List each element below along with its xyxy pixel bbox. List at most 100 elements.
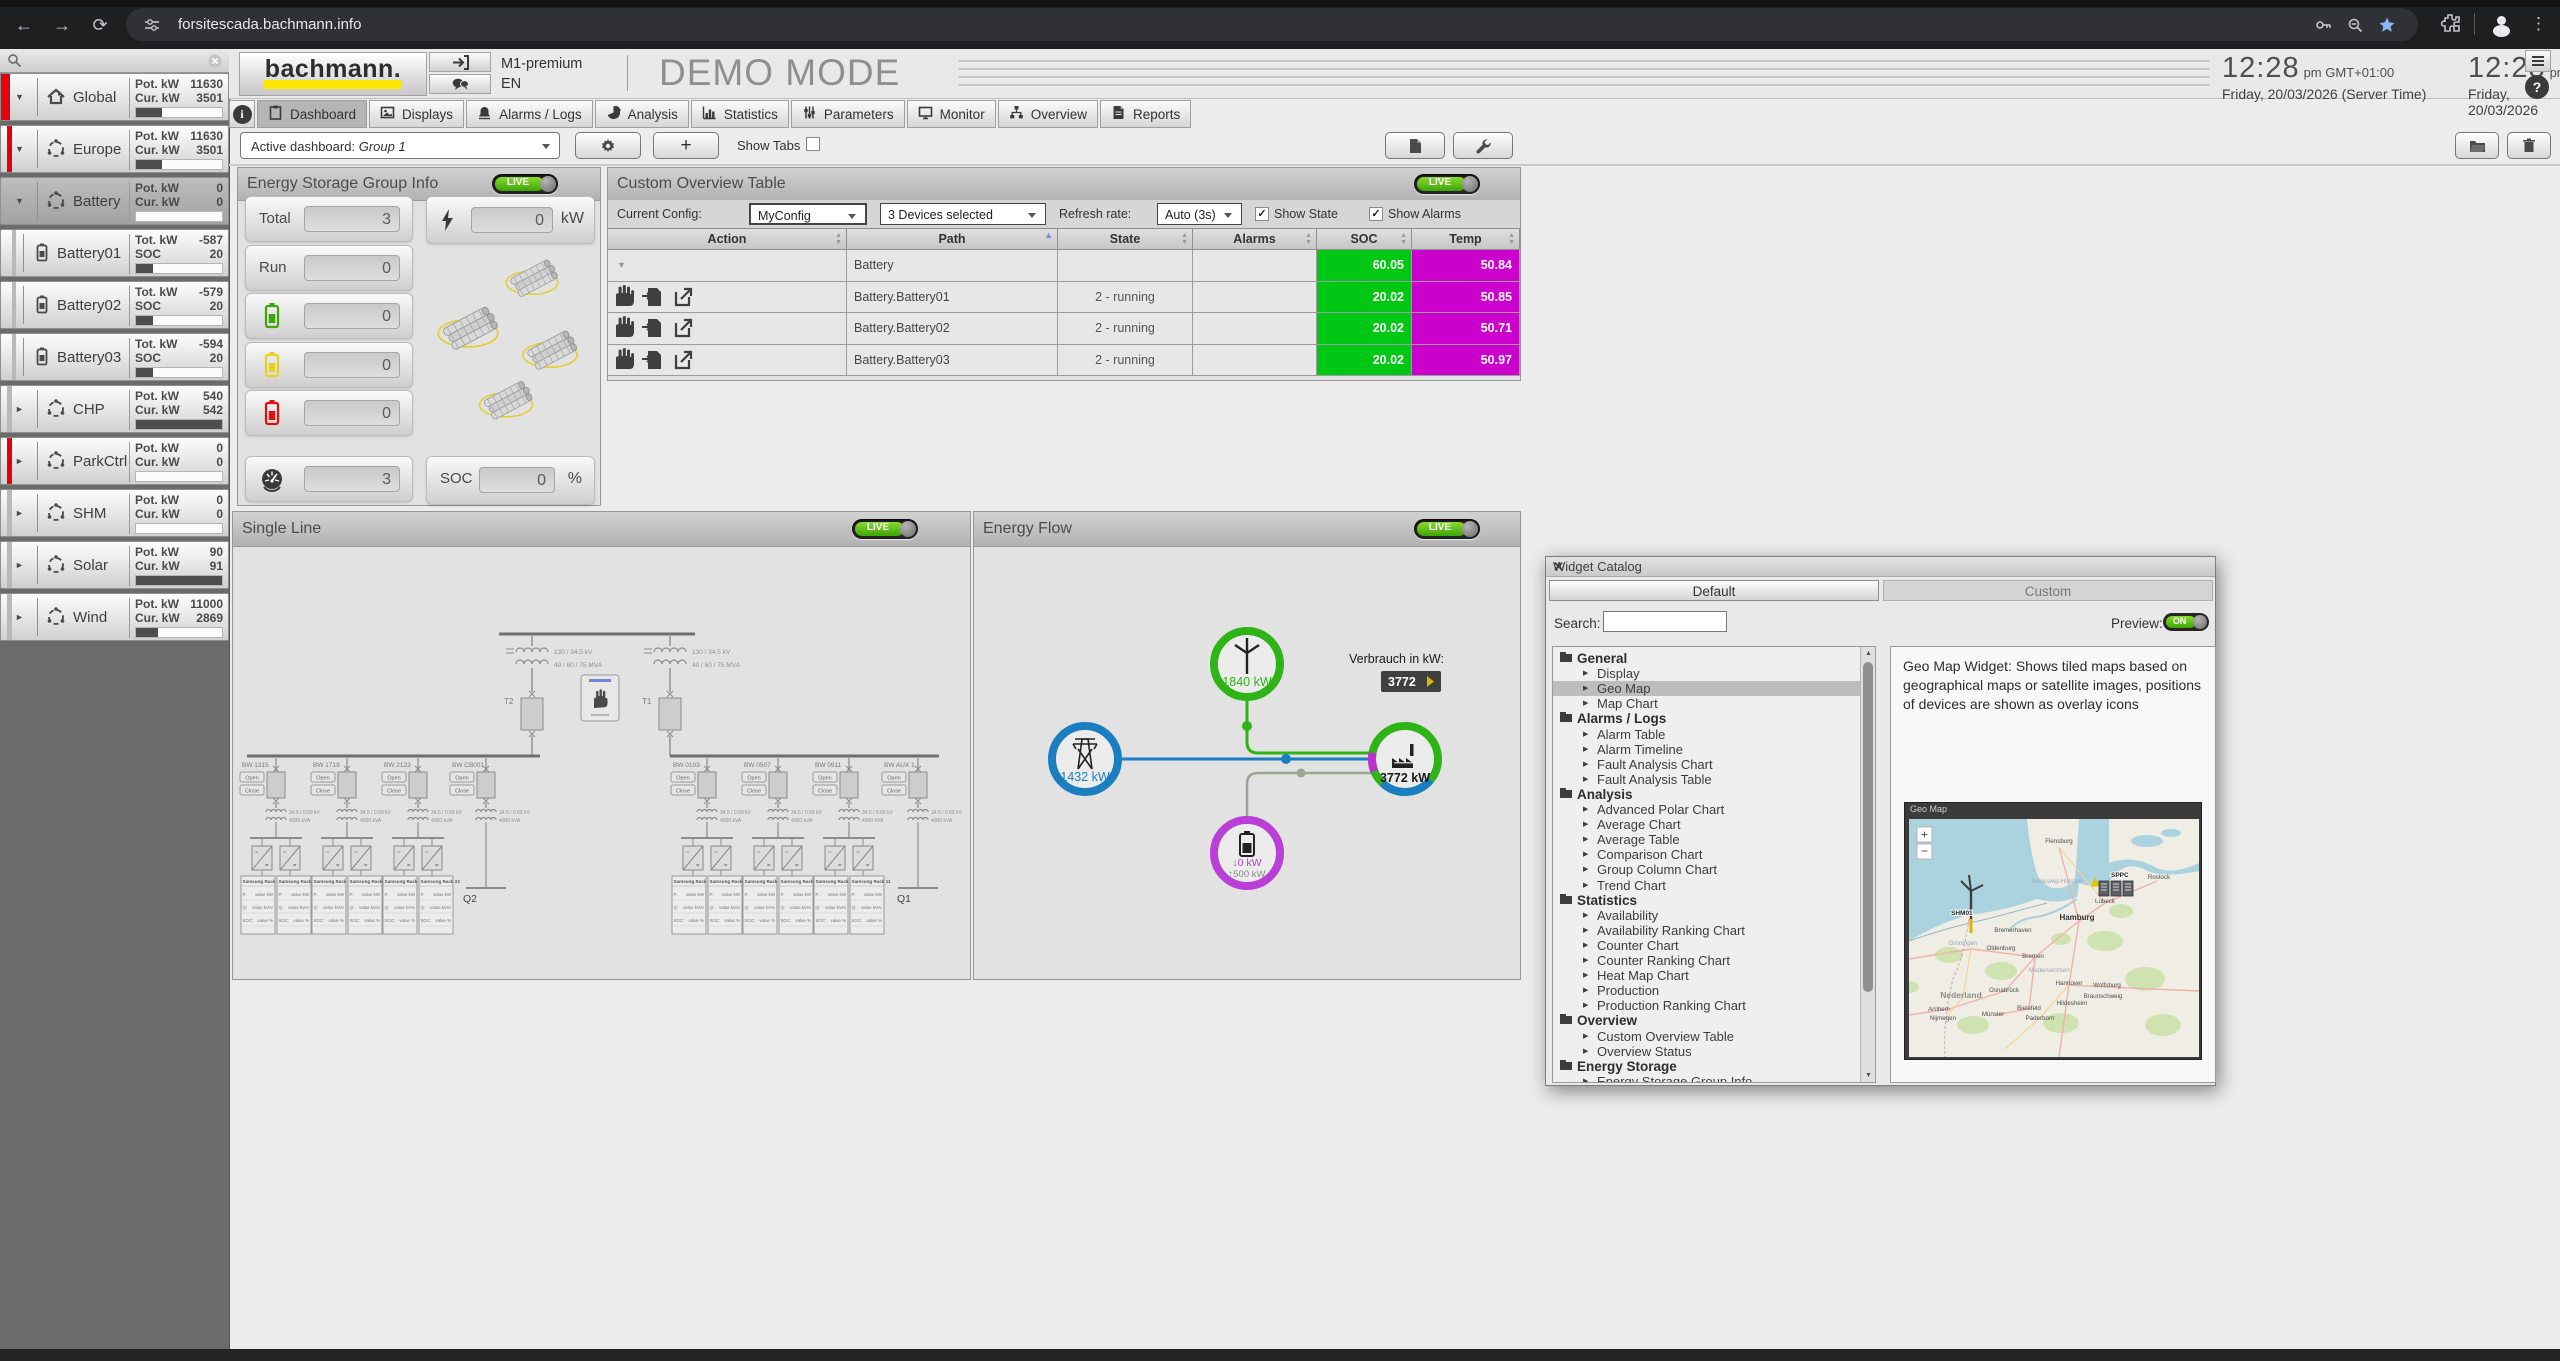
expand-arrow-icon[interactable]: ▶ <box>1583 818 1588 831</box>
expand-arrow-icon[interactable]: ▶ <box>1583 848 1588 861</box>
tab-reports[interactable]: Reports <box>1100 100 1191 128</box>
tree-item-display[interactable]: ▶Display <box>1553 666 1860 681</box>
sidebar-item-battery02[interactable]: Battery02Tot. kW-579SOC20 <box>0 281 229 329</box>
wind-node[interactable]: 1840 kW <box>1214 631 1280 697</box>
scroll-down-icon[interactable]: ▼ <box>1861 1069 1876 1082</box>
export-report-button[interactable] <box>1385 132 1445 159</box>
feeder-breaker[interactable] <box>769 772 787 798</box>
refresh-rate-select[interactable]: Auto (3s) <box>1157 203 1242 225</box>
close-icon[interactable]: ✕ <box>1553 559 2208 575</box>
live-toggle[interactable]: LIVE <box>852 519 918 539</box>
expand-arrow-icon[interactable]: ▶ <box>1583 758 1588 771</box>
tree-item-group-column-chart[interactable]: ▶Group Column Chart <box>1553 862 1860 877</box>
tree-folder-alarms-logs[interactable]: Alarms / Logs <box>1553 711 1860 726</box>
tree-item-custom-overview-table[interactable]: ▶Custom Overview Table <box>1553 1029 1860 1044</box>
import-config-icon[interactable] <box>642 351 661 369</box>
column-header-path[interactable]: Path▲ <box>847 229 1058 250</box>
reload-icon[interactable]: ⟳ <box>88 13 112 37</box>
search-clear-icon[interactable] <box>208 54 222 68</box>
widget-catalog-title-bar[interactable]: Widget Catalog ✕ <box>1546 557 2215 577</box>
zoom-out-icon[interactable] <box>2346 16 2364 34</box>
expand-arrow-icon[interactable]: ▶ <box>1583 909 1588 922</box>
import-config-icon[interactable] <box>642 319 661 337</box>
geo-map-image[interactable]: FlensburgRostockLübeckSchleswig-Holstein… <box>1909 819 2199 1057</box>
sidebar-item-solar[interactable]: ►SolarPot. kW90Cur. kW91 <box>0 541 229 589</box>
chrome-menu-icon[interactable]: ⋮ <box>2530 12 2547 35</box>
column-header-action[interactable]: Action▲▼ <box>608 229 847 250</box>
tree-item-geo-map[interactable]: ▶Geo Map <box>1553 681 1860 696</box>
show-tabs-checkbox[interactable] <box>806 137 820 151</box>
sidebar-item-battery[interactable]: ▼BatteryPot. kW0Cur. kW0 <box>0 177 229 225</box>
widget-search-input[interactable] <box>1603 611 1727 632</box>
tab-overview[interactable]: Overview <box>998 100 1098 128</box>
row-expander-icon[interactable]: ▼ <box>617 250 626 282</box>
battery-node[interactable]: ↓0 kW ↑500 kW <box>1214 820 1280 886</box>
live-toggle[interactable]: LIVE <box>1414 519 1480 539</box>
feeder-breaker[interactable] <box>267 772 285 798</box>
feeder-breaker[interactable] <box>909 772 927 798</box>
expand-arrow-icon[interactable]: ▶ <box>1583 728 1588 741</box>
tree-item-average-chart[interactable]: ▶Average Chart <box>1553 817 1860 832</box>
live-toggle[interactable]: LIVE <box>1414 174 1480 194</box>
open-detail-icon[interactable] <box>676 352 691 368</box>
expand-arrow-icon[interactable]: ▶ <box>1583 939 1588 952</box>
sidebar-item-chp[interactable]: ►CHPPot. kW540Cur. kW542 <box>0 385 229 433</box>
map-zoom-out-button[interactable]: − <box>1917 844 1932 859</box>
show-state-checkbox[interactable]: ✓ <box>1255 207 1269 221</box>
feeder-breaker[interactable] <box>409 772 427 798</box>
tree-item-availability-ranking-chart[interactable]: ▶Availability Ranking Chart <box>1553 923 1860 938</box>
scroll-up-icon[interactable]: ▲ <box>1861 647 1876 660</box>
tab-custom[interactable]: Custom <box>1883 580 2213 601</box>
sidebar-item-battery01[interactable]: Battery01Tot. kW-587SOC20 <box>0 229 229 277</box>
tree-item-comparison-chart[interactable]: ▶Comparison Chart <box>1553 847 1860 862</box>
tree-item-availability[interactable]: ▶Availability <box>1553 908 1860 923</box>
language-code[interactable]: EN <box>501 76 521 92</box>
sidebar-item-shm[interactable]: ►SHMPot. kW0Cur. kW0 <box>0 489 229 537</box>
expand-arrow-icon[interactable]: ▶ <box>1583 863 1588 876</box>
add-dashboard-button[interactable]: + <box>653 132 719 159</box>
expand-arrow-icon[interactable]: ► <box>15 404 24 414</box>
column-header-state[interactable]: State▲▼ <box>1058 229 1193 250</box>
tab-displays[interactable]: Displays <box>369 100 464 128</box>
tab-dashboard[interactable]: Dashboard <box>257 100 367 128</box>
open-detail-icon[interactable] <box>676 320 691 336</box>
expand-arrow-icon[interactable]: ► <box>15 456 24 466</box>
tree-folder-energy-storage[interactable]: Energy Storage <box>1553 1059 1860 1074</box>
expand-arrow-icon[interactable]: ▶ <box>1583 743 1588 756</box>
url-text[interactable]: forsitescada.bachmann.info <box>178 16 361 33</box>
extensions-puzzle-icon[interactable] <box>2440 12 2462 39</box>
tree-item-overview-status[interactable]: ▶Overview Status <box>1553 1044 1860 1059</box>
expand-arrow-icon[interactable]: ▶ <box>1583 1030 1588 1043</box>
sidebar-item-wind[interactable]: ►WindPot. kW11000Cur. kW2869 <box>0 593 229 641</box>
tree-item-alarm-timeline[interactable]: ▶Alarm Timeline <box>1553 742 1860 757</box>
tree-item-heat-map-chart[interactable]: ▶Heat Map Chart <box>1553 968 1860 983</box>
tree-item-advanced-polar-chart[interactable]: ▶Advanced Polar Chart <box>1553 802 1860 817</box>
feeder-breaker[interactable] <box>477 772 495 798</box>
show-alarms-checkbox[interactable]: ✓ <box>1369 207 1383 221</box>
bookmark-star-icon[interactable] <box>2378 16 2396 34</box>
forward-icon[interactable]: → <box>50 13 74 37</box>
sidebar-item-parkctrl[interactable]: ►ParkCtrlPot. kW0Cur. kW0 <box>0 437 229 485</box>
tree-folder-overview[interactable]: Overview <box>1553 1013 1860 1028</box>
import-config-icon[interactable] <box>642 288 661 306</box>
hand-control-icon[interactable] <box>616 348 634 369</box>
tree-item-fault-analysis-chart[interactable]: ▶Fault Analysis Chart <box>1553 757 1860 772</box>
column-header-temp[interactable]: Temp▲▼ <box>1412 229 1520 250</box>
preview-toggle[interactable]: ON <box>2163 613 2209 631</box>
tab-default[interactable]: Default <box>1549 580 1879 601</box>
sidebar-search-bar[interactable] <box>0 49 229 73</box>
expand-arrow-icon[interactable]: ▶ <box>1583 682 1588 695</box>
url-bar[interactable]: forsitescada.bachmann.info <box>126 8 2418 41</box>
collapse-arrow-icon[interactable]: ▼ <box>15 196 24 206</box>
menu-hamburger-button[interactable] <box>2525 50 2551 72</box>
logout-button[interactable] <box>429 52 491 72</box>
tree-item-production[interactable]: ▶Production <box>1553 983 1860 998</box>
hand-control-icon[interactable] <box>616 285 634 306</box>
expand-arrow-icon[interactable]: ▶ <box>1583 803 1588 816</box>
active-dashboard-select[interactable]: Active dashboard: Group 1 <box>240 132 560 159</box>
feeder-breaker[interactable] <box>840 772 858 798</box>
site-settings-icon[interactable] <box>144 17 160 38</box>
password-key-icon[interactable] <box>2314 16 2332 34</box>
tree-item-counter-chart[interactable]: ▶Counter Chart <box>1553 938 1860 953</box>
tree-item-map-chart[interactable]: ▶Map Chart <box>1553 696 1860 711</box>
